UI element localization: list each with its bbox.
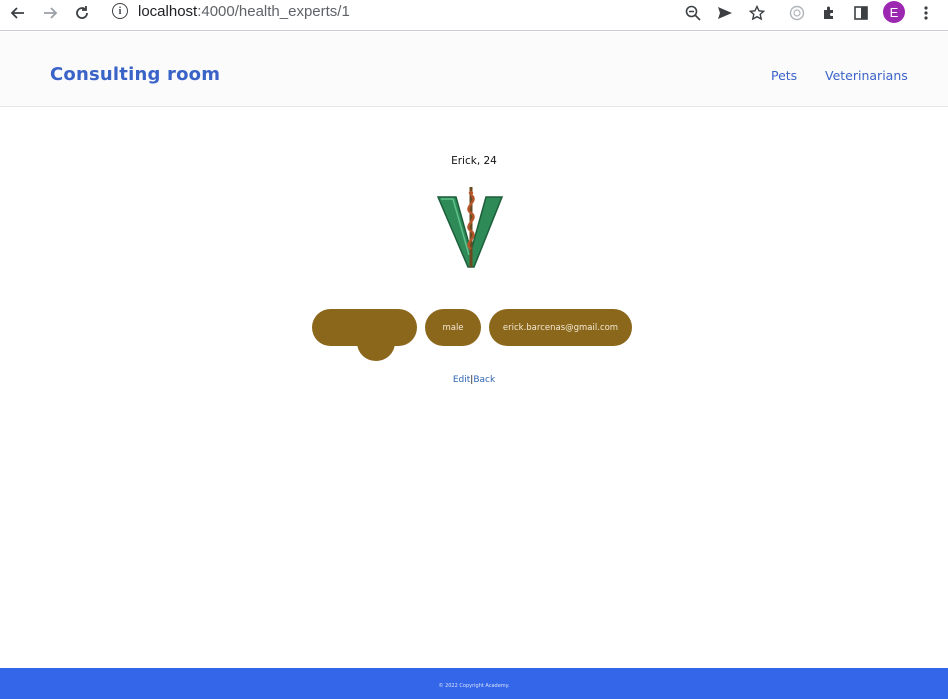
- specialty-pill: [312, 309, 417, 346]
- site-footer: © 2022 Copyright Academy.: [0, 668, 948, 699]
- caduceus-logo-icon: [436, 187, 504, 268]
- action-links: Edit|Back: [0, 375, 948, 385]
- browser-toolbar: i localhost:4000/health_experts/1 E: [0, 0, 948, 31]
- url-text[interactable]: localhost:4000/health_experts/1: [138, 3, 350, 20]
- expert-title: Erick, 24: [451, 155, 497, 167]
- main-content: Erick, 24 male erick.barcenas@gmail.com …: [0, 108, 948, 668]
- copyright-text: © 2022 Copyright Academy.: [438, 683, 510, 689]
- sidebar-icon[interactable]: [850, 2, 872, 24]
- extension-puzzle-icon[interactable]: [818, 2, 840, 24]
- zoom-out-icon[interactable]: [682, 2, 704, 24]
- send-icon[interactable]: [714, 2, 736, 24]
- star-icon[interactable]: [746, 2, 768, 24]
- back-arrow-icon[interactable]: [7, 2, 29, 24]
- brand-title[interactable]: Consulting room: [50, 64, 220, 85]
- site-header: Consulting room Pets Veterinarians: [0, 32, 948, 107]
- email-pill: erick.barcenas@gmail.com: [489, 309, 632, 346]
- url-host: localhost: [138, 3, 198, 20]
- info-icon[interactable]: i: [112, 3, 128, 19]
- nav-link-veterinarians[interactable]: Veterinarians: [825, 68, 908, 83]
- edit-link[interactable]: Edit: [453, 375, 470, 385]
- url-path: :4000/health_experts/1: [197, 3, 350, 20]
- back-link[interactable]: Back: [473, 375, 495, 385]
- extension-icon[interactable]: [786, 2, 808, 24]
- nav-link-pets[interactable]: Pets: [771, 68, 797, 83]
- profile-avatar[interactable]: E: [883, 1, 905, 23]
- gender-pill: male: [425, 309, 481, 346]
- reload-icon[interactable]: [71, 2, 93, 24]
- forward-arrow-icon[interactable]: [39, 2, 61, 24]
- menu-dots-icon[interactable]: [915, 2, 937, 24]
